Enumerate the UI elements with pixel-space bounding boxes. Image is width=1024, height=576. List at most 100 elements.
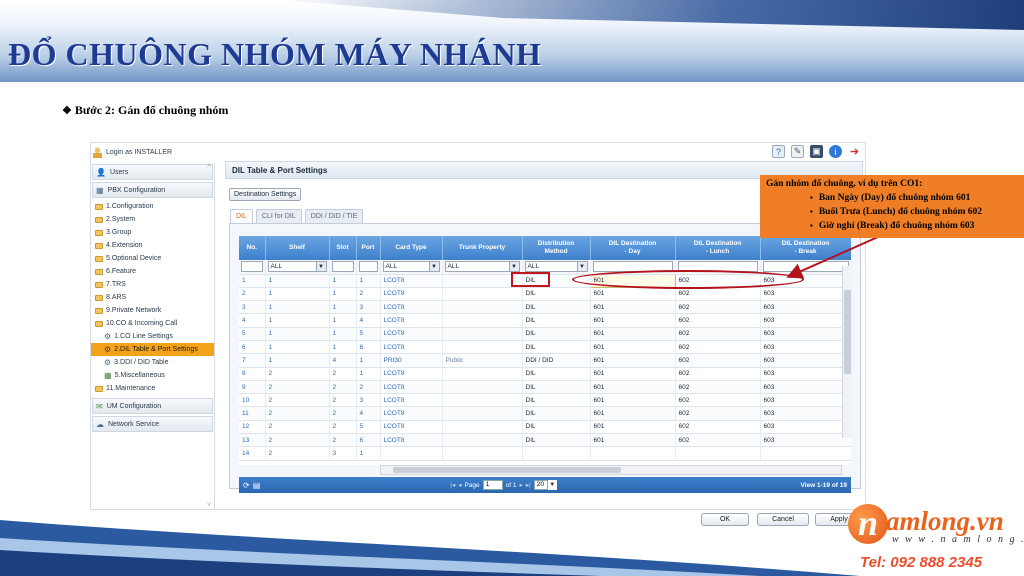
cell-dest-lunch[interactable]: 602 — [675, 380, 761, 395]
cell-trunk-property[interactable] — [442, 433, 523, 448]
tools-icon[interactable]: ✎ — [791, 145, 804, 158]
column-header[interactable]: Card Type — [380, 236, 443, 260]
cell-shelf[interactable]: 1 — [265, 287, 330, 302]
cell-port[interactable]: 3 — [356, 393, 381, 408]
column-header[interactable]: Trunk Property — [442, 236, 523, 260]
cell-distribution-method[interactable]: DIL — [522, 420, 591, 435]
cell-dest-lunch[interactable]: 602 — [675, 313, 761, 328]
filter-input[interactable] — [331, 261, 354, 273]
cell-no[interactable]: 4 — [239, 313, 266, 328]
refresh-icon[interactable]: ⟳ — [243, 481, 250, 490]
cell-card-type[interactable]: LCOT8 — [380, 367, 443, 381]
cell-distribution-method[interactable]: DIL — [522, 367, 591, 381]
cell-port[interactable]: 2 — [356, 287, 381, 302]
sidebar-item-miscellaneous[interactable]: ▦ 5.Miscellaneous — [91, 369, 214, 382]
prev-page-icon[interactable]: ◂ — [458, 481, 461, 489]
cell-shelf[interactable]: 2 — [265, 380, 330, 395]
cell-dest-day[interactable]: 601 — [590, 287, 676, 302]
tab-ddi-did-tie[interactable]: DDI / DID / TIE — [304, 209, 364, 223]
cell-dest-break[interactable] — [760, 446, 851, 461]
table-row[interactable]: 14 2 3 1 — [239, 446, 851, 461]
sidebar-item-feature[interactable]: 6.Feature — [91, 265, 214, 278]
cell-no[interactable]: 10 — [239, 393, 266, 408]
cell-trunk-property[interactable] — [442, 287, 523, 302]
cell-port[interactable]: 1 — [356, 274, 381, 288]
cell-card-type[interactable]: LCOT8 — [380, 380, 443, 395]
cell-trunk-property[interactable] — [442, 274, 523, 288]
sidebar-item-co-incoming-call[interactable]: 10.CO & Incoming Call — [91, 317, 214, 330]
cell-dest-lunch[interactable]: 602 — [675, 393, 761, 408]
cell-card-type[interactable]: LCOT8 — [380, 420, 443, 435]
table-row[interactable]: 9 2 2 2 LCOT8 DIL 601 602 603 — [239, 380, 851, 395]
cell-dest-lunch[interactable]: 602 — [675, 420, 761, 435]
column-header[interactable]: Shelf — [265, 236, 330, 260]
cell-dest-break[interactable]: 603 — [760, 380, 851, 395]
cell-trunk-property[interactable] — [442, 420, 523, 435]
cell-port[interactable]: 1 — [356, 353, 381, 368]
cell-dest-lunch[interactable]: 602 — [675, 340, 761, 355]
last-page-icon[interactable]: ▸| — [526, 481, 531, 489]
logout-icon[interactable]: ➜ — [848, 145, 861, 158]
cell-dest-lunch[interactable]: 602 — [675, 287, 761, 302]
cell-dest-day[interactable] — [590, 446, 676, 461]
cell-slot[interactable]: 2 — [329, 380, 357, 395]
card-type-filter-select[interactable]: ALL ▼ — [382, 261, 440, 273]
cell-no[interactable]: 12 — [239, 420, 266, 435]
cell-slot[interactable]: 1 — [329, 313, 357, 328]
cell-shelf[interactable]: 2 — [265, 446, 330, 461]
chevron-down-icon[interactable]: ▼ — [547, 480, 557, 490]
cell-distribution-method[interactable]: DIL — [522, 300, 591, 315]
cell-dest-lunch[interactable]: 602 — [675, 327, 761, 341]
cell-dest-day[interactable]: 601 — [590, 367, 676, 381]
cell-no[interactable]: 1 — [239, 274, 266, 288]
cell-dest-break[interactable]: 603 — [760, 287, 851, 302]
cell-card-type[interactable]: LCOT8 — [380, 300, 443, 315]
next-page-icon[interactable]: ▸ — [520, 481, 523, 489]
cell-trunk-property[interactable] — [442, 327, 523, 341]
cell-card-type[interactable]: LCOT8 — [380, 274, 443, 288]
scroll-thumb[interactable] — [393, 467, 621, 473]
cell-trunk-property[interactable] — [442, 340, 523, 355]
cell-slot[interactable]: 1 — [329, 287, 357, 302]
cell-dest-break[interactable]: 603 — [760, 353, 851, 368]
cell-dest-lunch[interactable]: 602 — [675, 367, 761, 381]
cell-no[interactable]: 6 — [239, 340, 266, 355]
sidebar-item-group[interactable]: 3.Group — [91, 226, 214, 239]
table-row[interactable]: 4 1 1 4 LCOT8 DIL 601 602 603 — [239, 313, 851, 328]
sidebar-section-pbx-configuration[interactable]: ▦ PBX Configuration — [92, 182, 213, 198]
cell-slot[interactable]: 2 — [329, 367, 357, 381]
cell-no[interactable]: 3 — [239, 300, 266, 315]
cell-dest-day[interactable]: 601 — [590, 340, 676, 355]
cell-trunk-property[interactable] — [442, 367, 523, 381]
cell-dest-lunch[interactable]: 602 — [675, 406, 761, 421]
table-row[interactable]: 12 2 2 5 LCOT8 DIL 601 602 603 — [239, 420, 851, 435]
sidebar-section-network-service[interactable]: ☁ Network Service — [92, 416, 213, 432]
sidebar-item-co-line-settings[interactable]: ⚙ 1.CO Line Settings — [91, 330, 214, 343]
cell-dest-lunch[interactable]: 602 — [675, 300, 761, 315]
cell-slot[interactable]: 1 — [329, 274, 357, 288]
cell-no[interactable]: 9 — [239, 380, 266, 395]
cell-dest-lunch[interactable]: 602 — [675, 433, 761, 448]
cell-card-type[interactable]: LCOT8 — [380, 406, 443, 421]
sidebar-item-extension[interactable]: 4.Extension — [91, 239, 214, 252]
cell-shelf[interactable]: 1 — [265, 340, 330, 355]
sidebar-section-users[interactable]: 👤 Users — [92, 164, 213, 180]
cell-distribution-method[interactable]: DIL — [522, 393, 591, 408]
cell-card-type[interactable] — [380, 446, 443, 461]
cell-shelf[interactable]: 1 — [265, 313, 330, 328]
cell-dest-day[interactable]: 601 — [590, 300, 676, 315]
cell-port[interactable]: 2 — [356, 380, 381, 395]
cell-dest-day[interactable]: 601 — [590, 420, 676, 435]
page-size-select[interactable]: 20 — [533, 480, 548, 490]
cell-card-type[interactable]: PRI30 — [380, 353, 443, 368]
sidebar-item-optional-device[interactable]: 5.Optional Device — [91, 252, 214, 265]
cell-card-type[interactable]: LCOT8 — [380, 340, 443, 355]
tab-cli-for-dil[interactable]: CLI for DIL — [255, 209, 302, 223]
cell-trunk-property[interactable] — [442, 406, 523, 421]
cell-slot[interactable]: 2 — [329, 406, 357, 421]
cell-dest-break[interactable]: 603 — [760, 406, 851, 421]
cell-distribution-method[interactable]: DIL — [522, 433, 591, 448]
cell-distribution-method[interactable]: DDI / DID — [522, 353, 591, 368]
cell-slot[interactable]: 4 — [329, 353, 357, 368]
column-header[interactable]: DIL Destination - Break — [760, 236, 851, 260]
